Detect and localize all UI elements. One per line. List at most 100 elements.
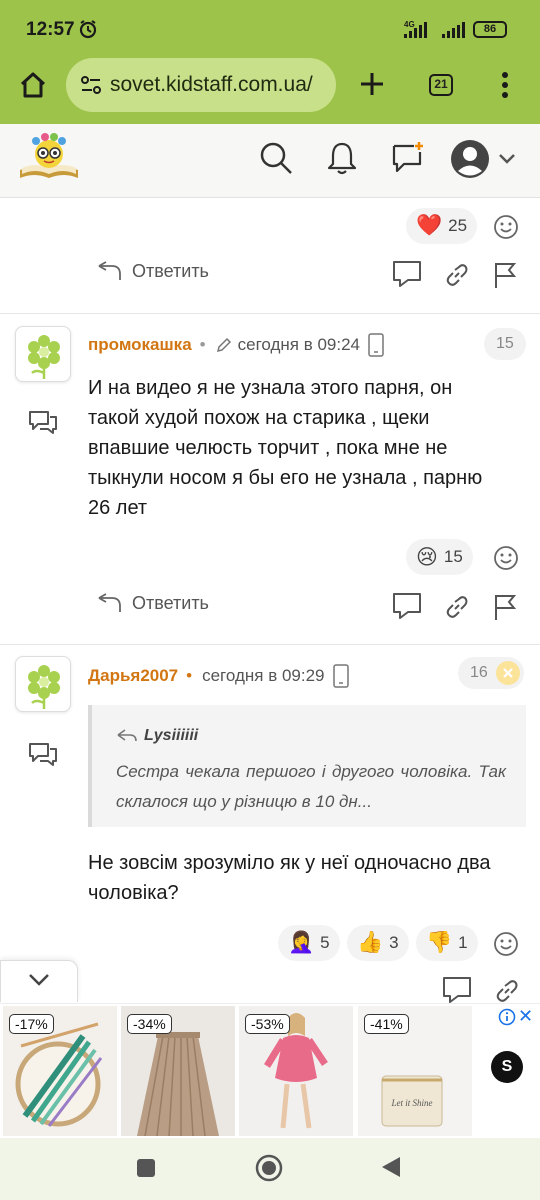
- reaction-crying[interactable]: 😢 15: [406, 539, 473, 575]
- back-icon[interactable]: [380, 1155, 402, 1184]
- quote-bubble-icon[interactable]: [442, 976, 472, 1003]
- add-reaction-icon[interactable]: [493, 931, 519, 962]
- more-menu-icon[interactable]: [500, 70, 510, 105]
- reply-icon: [98, 593, 121, 612]
- thumbs-up-icon: 👍: [357, 931, 384, 954]
- author-name[interactable]: Дарья2007: [88, 666, 178, 686]
- comment-time: сегодня в 09:24: [237, 335, 361, 354]
- address-bar[interactable]: sovet.kidstaff.com.ua/: [66, 58, 336, 112]
- quoted-comment[interactable]: Lysiiiiii Сестра чекала першого і другог…: [88, 705, 526, 827]
- separator-dot: •: [186, 666, 193, 685]
- private-message-icon[interactable]: [28, 410, 58, 441]
- browser-toolbar: sovet.kidstaff.com.ua/ 21: [0, 58, 540, 124]
- user-avatar-icon[interactable]: [450, 138, 520, 185]
- collapse-ads-button[interactable]: [0, 960, 78, 1002]
- link-icon[interactable]: [444, 262, 470, 293]
- quote-bubble-icon[interactable]: [392, 260, 422, 293]
- link-icon[interactable]: [494, 978, 520, 1003]
- comment-time: сегодня в 09:29: [202, 666, 325, 685]
- close-icon[interactable]: [495, 660, 521, 686]
- comment-text: И на видео я не узнала этого парня, он т…: [88, 377, 483, 519]
- private-message-icon[interactable]: [28, 742, 58, 773]
- reply-icon: [98, 261, 121, 280]
- new-tab-icon[interactable]: [358, 70, 386, 103]
- add-reaction-icon[interactable]: [493, 214, 519, 245]
- quote-text: Сестра чекала першого і другого чоловіка…: [116, 762, 506, 811]
- recent-apps-icon[interactable]: [136, 1158, 156, 1183]
- comment-text: Не зовсім зрозуміло як у неї одночасно д…: [88, 852, 491, 904]
- ad-item[interactable]: -34%: [121, 1006, 235, 1136]
- crying-face-icon: 😢: [416, 545, 438, 569]
- comment-number-value: 16: [470, 664, 488, 681]
- signal-icon: 4G: [402, 20, 468, 45]
- comment-divider: [0, 644, 540, 645]
- chevron-down-icon: [29, 974, 49, 986]
- comment-divider: [0, 313, 540, 314]
- system-nav-bar: [0, 1138, 540, 1200]
- discount-badge: -17%: [9, 1014, 54, 1034]
- reply-arrow-icon: [117, 729, 137, 742]
- ad-item[interactable]: -41% Let it Shine: [358, 1006, 472, 1136]
- reply-button[interactable]: Ответить: [96, 592, 209, 614]
- reaction-count: 25: [448, 216, 468, 235]
- link-icon[interactable]: [444, 594, 470, 625]
- search-icon[interactable]: [258, 140, 294, 181]
- home-icon[interactable]: [18, 70, 48, 105]
- site-settings-icon[interactable]: [80, 74, 102, 101]
- facepalm-icon: 🤦‍♀️: [288, 931, 315, 954]
- avatar[interactable]: [15, 656, 71, 712]
- reaction-heart[interactable]: ❤️ 25: [406, 208, 478, 244]
- mobile-device-icon: [368, 333, 384, 357]
- separator-dot: •: [199, 335, 206, 354]
- ad-item[interactable]: -53%: [239, 1006, 353, 1136]
- quote-bubble-icon[interactable]: [392, 592, 422, 625]
- ad-info-icon[interactable]: [498, 1008, 516, 1031]
- discount-badge: -53%: [245, 1014, 290, 1034]
- reply-label: Ответить: [132, 592, 209, 613]
- reply-button[interactable]: Ответить: [96, 260, 209, 282]
- comment-number[interactable]: 16: [458, 657, 524, 689]
- svg-text:4G: 4G: [404, 20, 415, 29]
- author-name[interactable]: промокашка: [88, 335, 192, 355]
- bell-icon[interactable]: [326, 140, 358, 181]
- site-logo[interactable]: [16, 132, 82, 187]
- status-time: 12:57: [26, 19, 75, 40]
- reaction-thumbs-up[interactable]: 👍 3: [347, 925, 409, 961]
- advertiser-logo[interactable]: S: [491, 1051, 523, 1083]
- ad-banner[interactable]: -17% -34% -53% -41% Let it Shine ✕: [0, 1003, 540, 1138]
- reaction-facepalm[interactable]: 🤦‍♀️ 5: [278, 925, 340, 961]
- reaction-count: 5: [320, 933, 330, 952]
- ad-item[interactable]: -17%: [3, 1006, 117, 1136]
- quote-author-name: Lysiiiiii: [144, 727, 199, 744]
- avatar[interactable]: [15, 326, 71, 382]
- comment-meta: промокашка • сегодня в 09:24: [88, 333, 384, 357]
- alarm-icon: [78, 19, 98, 44]
- discount-badge: -41%: [364, 1014, 409, 1034]
- mobile-device-icon: [332, 664, 349, 688]
- new-message-icon[interactable]: [390, 140, 426, 181]
- flag-icon[interactable]: [492, 593, 518, 626]
- flag-icon[interactable]: [492, 261, 518, 294]
- reaction-thumbs-down[interactable]: 👎 1: [416, 925, 478, 961]
- reaction-count: 3: [389, 933, 399, 952]
- svg-text:Let it Shine: Let it Shine: [391, 1098, 433, 1108]
- site-header: [0, 124, 540, 198]
- reaction-count: 1: [458, 933, 468, 952]
- comment-number[interactable]: 15: [484, 328, 526, 360]
- battery-icon: 86: [473, 21, 507, 38]
- quote-author: Lysiiiiii: [116, 727, 198, 745]
- thumbs-down-icon: 👎: [426, 931, 453, 954]
- ad-close-icon[interactable]: ✕: [518, 1006, 533, 1027]
- discount-badge: -34%: [127, 1014, 172, 1034]
- heart-icon: ❤️: [416, 214, 443, 237]
- add-reaction-icon[interactable]: [493, 545, 519, 576]
- tab-switcher-button[interactable]: 21: [429, 74, 453, 96]
- comment-meta: Дарья2007 • сегодня в 09:29: [88, 664, 349, 688]
- status-bar: 12:57 4G 86: [0, 0, 540, 58]
- edit-icon: [216, 337, 231, 353]
- reply-label: Ответить: [132, 260, 209, 281]
- reaction-count: 15: [443, 547, 463, 566]
- url-text: sovet.kidstaff.com.ua/: [110, 73, 313, 96]
- comments-list: ❤️ 25 Ответить промокашка • сегодня в 09…: [0, 198, 540, 1003]
- home-nav-icon[interactable]: [255, 1154, 283, 1187]
